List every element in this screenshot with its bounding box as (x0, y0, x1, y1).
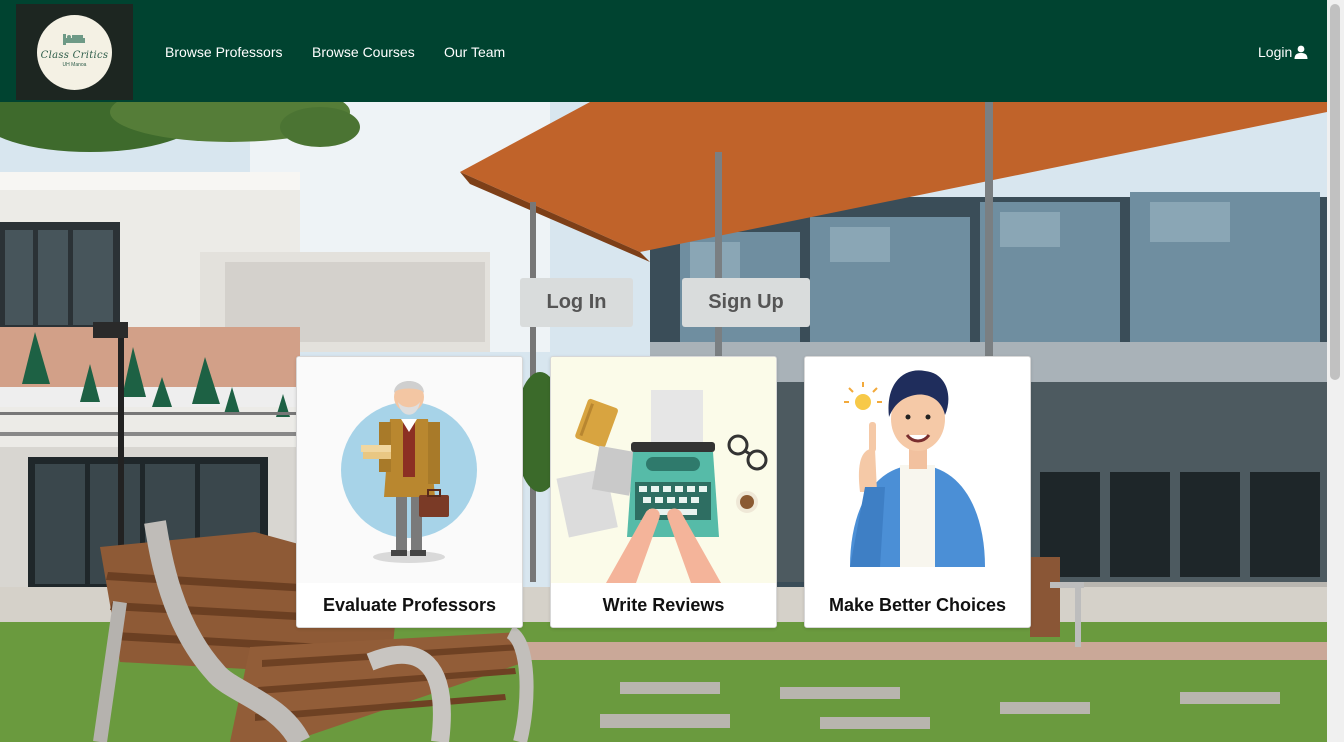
card-caption: Make Better Choices (805, 583, 1030, 627)
scrollbar-thumb[interactable] (1330, 4, 1340, 380)
typewriter-illustration (551, 357, 776, 583)
logo-subtitle: UH Manoa (62, 62, 87, 68)
idea-person-illustration (805, 357, 1030, 583)
login-link[interactable]: Login (1258, 44, 1308, 60)
card-caption: Evaluate Professors (297, 583, 522, 627)
card-make-better-choices[interactable]: Make Better Choices (804, 356, 1031, 628)
professor-illustration (297, 357, 522, 583)
nav-our-team[interactable]: Our Team (444, 44, 505, 60)
sign-up-button[interactable]: Sign Up (682, 278, 810, 327)
logo[interactable]: Class Critics UH Manoa (16, 4, 133, 100)
logo-badge: Class Critics UH Manoa (37, 15, 112, 90)
card-evaluate-professors[interactable]: Evaluate Professors (296, 356, 523, 628)
card-write-reviews[interactable]: Write Reviews (550, 356, 777, 628)
login-label: Login (1258, 44, 1293, 60)
hero-section: Log In Sign Up Evaluate Professors Write… (0, 102, 1327, 742)
nav-browse-courses[interactable]: Browse Courses (312, 44, 415, 60)
navbar: Class Critics UH Manoa Browse Professors… (0, 0, 1327, 102)
log-in-button[interactable]: Log In (520, 278, 633, 327)
bed-icon (63, 34, 85, 45)
logo-title: Class Critics (40, 50, 109, 61)
card-caption: Write Reviews (551, 583, 776, 627)
user-icon (1294, 45, 1308, 59)
nav-browse-professors[interactable]: Browse Professors (165, 44, 282, 60)
